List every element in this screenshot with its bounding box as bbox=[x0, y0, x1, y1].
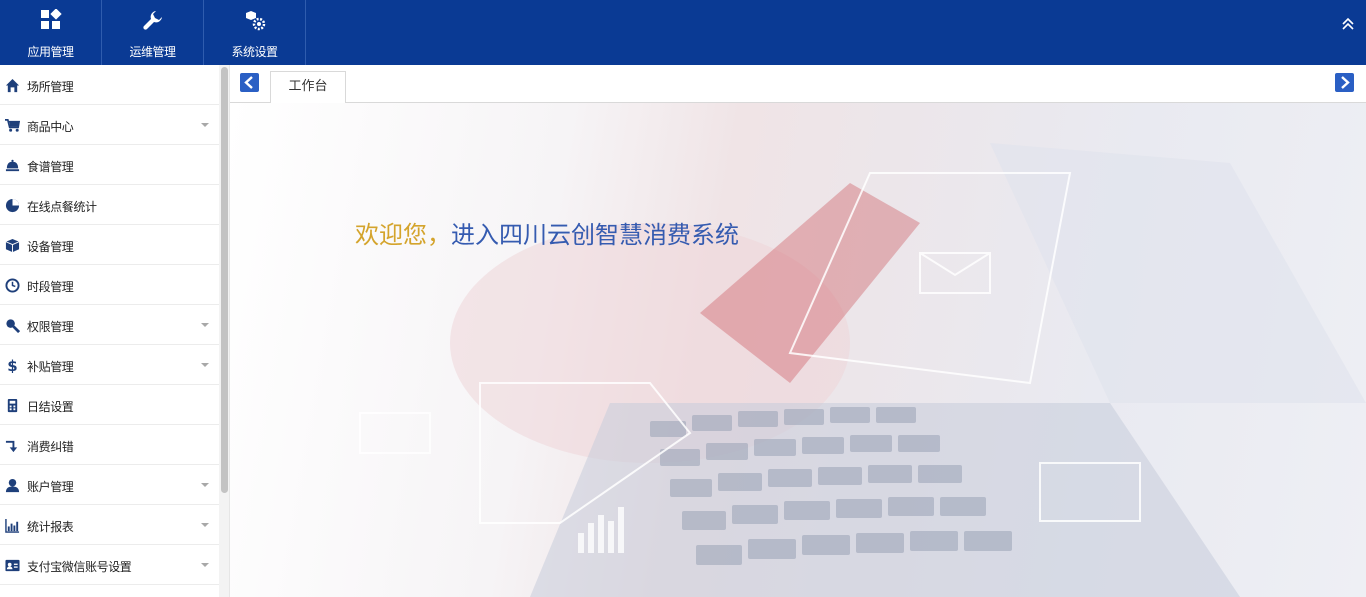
sidebar-item-label: 统计报表 bbox=[27, 520, 74, 534]
cloche-icon bbox=[5, 159, 20, 172]
clock-icon bbox=[5, 278, 20, 293]
tab-scroll-right-button[interactable] bbox=[1335, 73, 1354, 92]
home-icon bbox=[5, 78, 20, 93]
sidebar-item-online-order-stats[interactable]: 在线点餐统计 bbox=[0, 185, 219, 225]
sidebar-item-label: 在线点餐统计 bbox=[27, 200, 97, 214]
key-icon bbox=[6, 319, 20, 333]
pie-chart-icon bbox=[5, 198, 20, 213]
workbench-content: 欢迎您，进入四川云创智慧消费系统 bbox=[230, 103, 1366, 597]
sidebar-item-label: 日结设置 bbox=[27, 400, 74, 414]
tab-scroll-left-button[interactable] bbox=[240, 73, 259, 92]
sidebar-item-device-management[interactable]: 设备管理 bbox=[0, 225, 219, 265]
welcome-system-name: 进入四川云创智慧消费系统 bbox=[451, 221, 739, 249]
welcome-message: 欢迎您，进入四川云创智慧消费系统 bbox=[355, 215, 739, 250]
user-icon bbox=[5, 478, 20, 493]
cart-icon bbox=[5, 119, 20, 132]
sidebar-item-permission-management[interactable]: 权限管理 bbox=[0, 305, 219, 345]
chevron-down-icon bbox=[201, 323, 209, 327]
double-chevron-up-icon[interactable] bbox=[1340, 16, 1356, 32]
sidebar-item-recipe-management[interactable]: 食谱管理 bbox=[0, 145, 219, 185]
chevron-down-icon bbox=[201, 523, 209, 527]
dollar-icon: $ bbox=[7, 358, 17, 373]
calculator-icon bbox=[7, 398, 18, 413]
hero-laptop bbox=[530, 403, 1240, 597]
hero-background-image bbox=[359, 143, 1366, 597]
top-nav-label: 系统设置 bbox=[231, 45, 278, 59]
chevron-down-icon bbox=[201, 563, 209, 567]
sidebar-item-subsidy-management[interactable]: $ 补贴管理 bbox=[0, 345, 219, 385]
top-nav-label: 应用管理 bbox=[27, 45, 74, 59]
chevron-down-icon bbox=[201, 363, 209, 367]
cubes-gear-icon bbox=[245, 11, 265, 31]
sidebar-item-account-management[interactable]: 账户管理 bbox=[0, 465, 219, 505]
sidebar-item-label: 时段管理 bbox=[27, 280, 74, 294]
chevron-left-icon bbox=[244, 76, 253, 89]
sidebar-item-label: 账户管理 bbox=[27, 480, 74, 494]
top-nav-ops-management[interactable]: 运维管理 bbox=[102, 0, 204, 65]
sidebar-item-time-slot-management[interactable]: 时段管理 bbox=[0, 265, 219, 305]
svg-text:$: $ bbox=[7, 358, 17, 373]
welcome-prefix: 欢迎您， bbox=[355, 221, 451, 249]
sidebar-scrollbar[interactable] bbox=[219, 65, 229, 597]
wrench-icon bbox=[142, 11, 162, 30]
sidebar-item-label: 场所管理 bbox=[27, 80, 74, 94]
sidebar-item-label: 消费纠错 bbox=[27, 440, 74, 454]
tab-workbench[interactable]: 工作台 bbox=[270, 71, 346, 104]
sidebar-item-daily-settlement[interactable]: 日结设置 bbox=[0, 385, 219, 425]
sidebar-item-alipay-wechat-account[interactable]: 支付宝微信账号设置 bbox=[0, 545, 219, 585]
sidebar-item-consumption-correction[interactable]: 消费纠错 bbox=[0, 425, 219, 465]
sidebar-item-venue-management[interactable]: 场所管理 bbox=[0, 65, 219, 105]
cube-icon bbox=[5, 238, 20, 253]
top-nav-app-management[interactable]: 应用管理 bbox=[0, 0, 102, 65]
grid-icon bbox=[40, 9, 62, 29]
hero-laptop-screen bbox=[990, 143, 1366, 403]
sidebar-item-label: 支付宝微信账号设置 bbox=[27, 560, 132, 574]
sidebar-item-label: 食谱管理 bbox=[27, 160, 74, 174]
sidebar-menu: 场所管理 商品中心 食谱管理 在线点餐统计 设备管理 时段管理 权限管理 $ 补… bbox=[0, 65, 230, 597]
chevron-right-icon bbox=[1341, 76, 1350, 89]
sidebar-item-statistics-report[interactable]: 统计报表 bbox=[0, 505, 219, 545]
sidebar-item-product-center[interactable]: 商品中心 bbox=[0, 105, 219, 145]
sidebar-item-label: 补贴管理 bbox=[27, 360, 74, 374]
chevron-down-icon bbox=[201, 123, 209, 127]
sidebar-item-label: 设备管理 bbox=[27, 240, 74, 254]
chevron-down-icon bbox=[201, 483, 209, 487]
top-nav-label: 运维管理 bbox=[129, 45, 176, 59]
sidebar-item-label: 权限管理 bbox=[27, 320, 74, 334]
return-arrow-icon bbox=[5, 440, 18, 453]
top-nav-system-settings[interactable]: 系统设置 bbox=[204, 0, 306, 65]
id-card-icon bbox=[5, 559, 20, 572]
sidebar-item-label: 商品中心 bbox=[27, 120, 74, 134]
top-nav-bar: 应用管理 运维管理 系统设置 bbox=[0, 0, 1366, 65]
bar-chart-icon bbox=[5, 518, 20, 533]
sidebar-scroll-thumb[interactable] bbox=[221, 67, 228, 493]
tab-strip: 工作台 bbox=[230, 65, 1366, 104]
